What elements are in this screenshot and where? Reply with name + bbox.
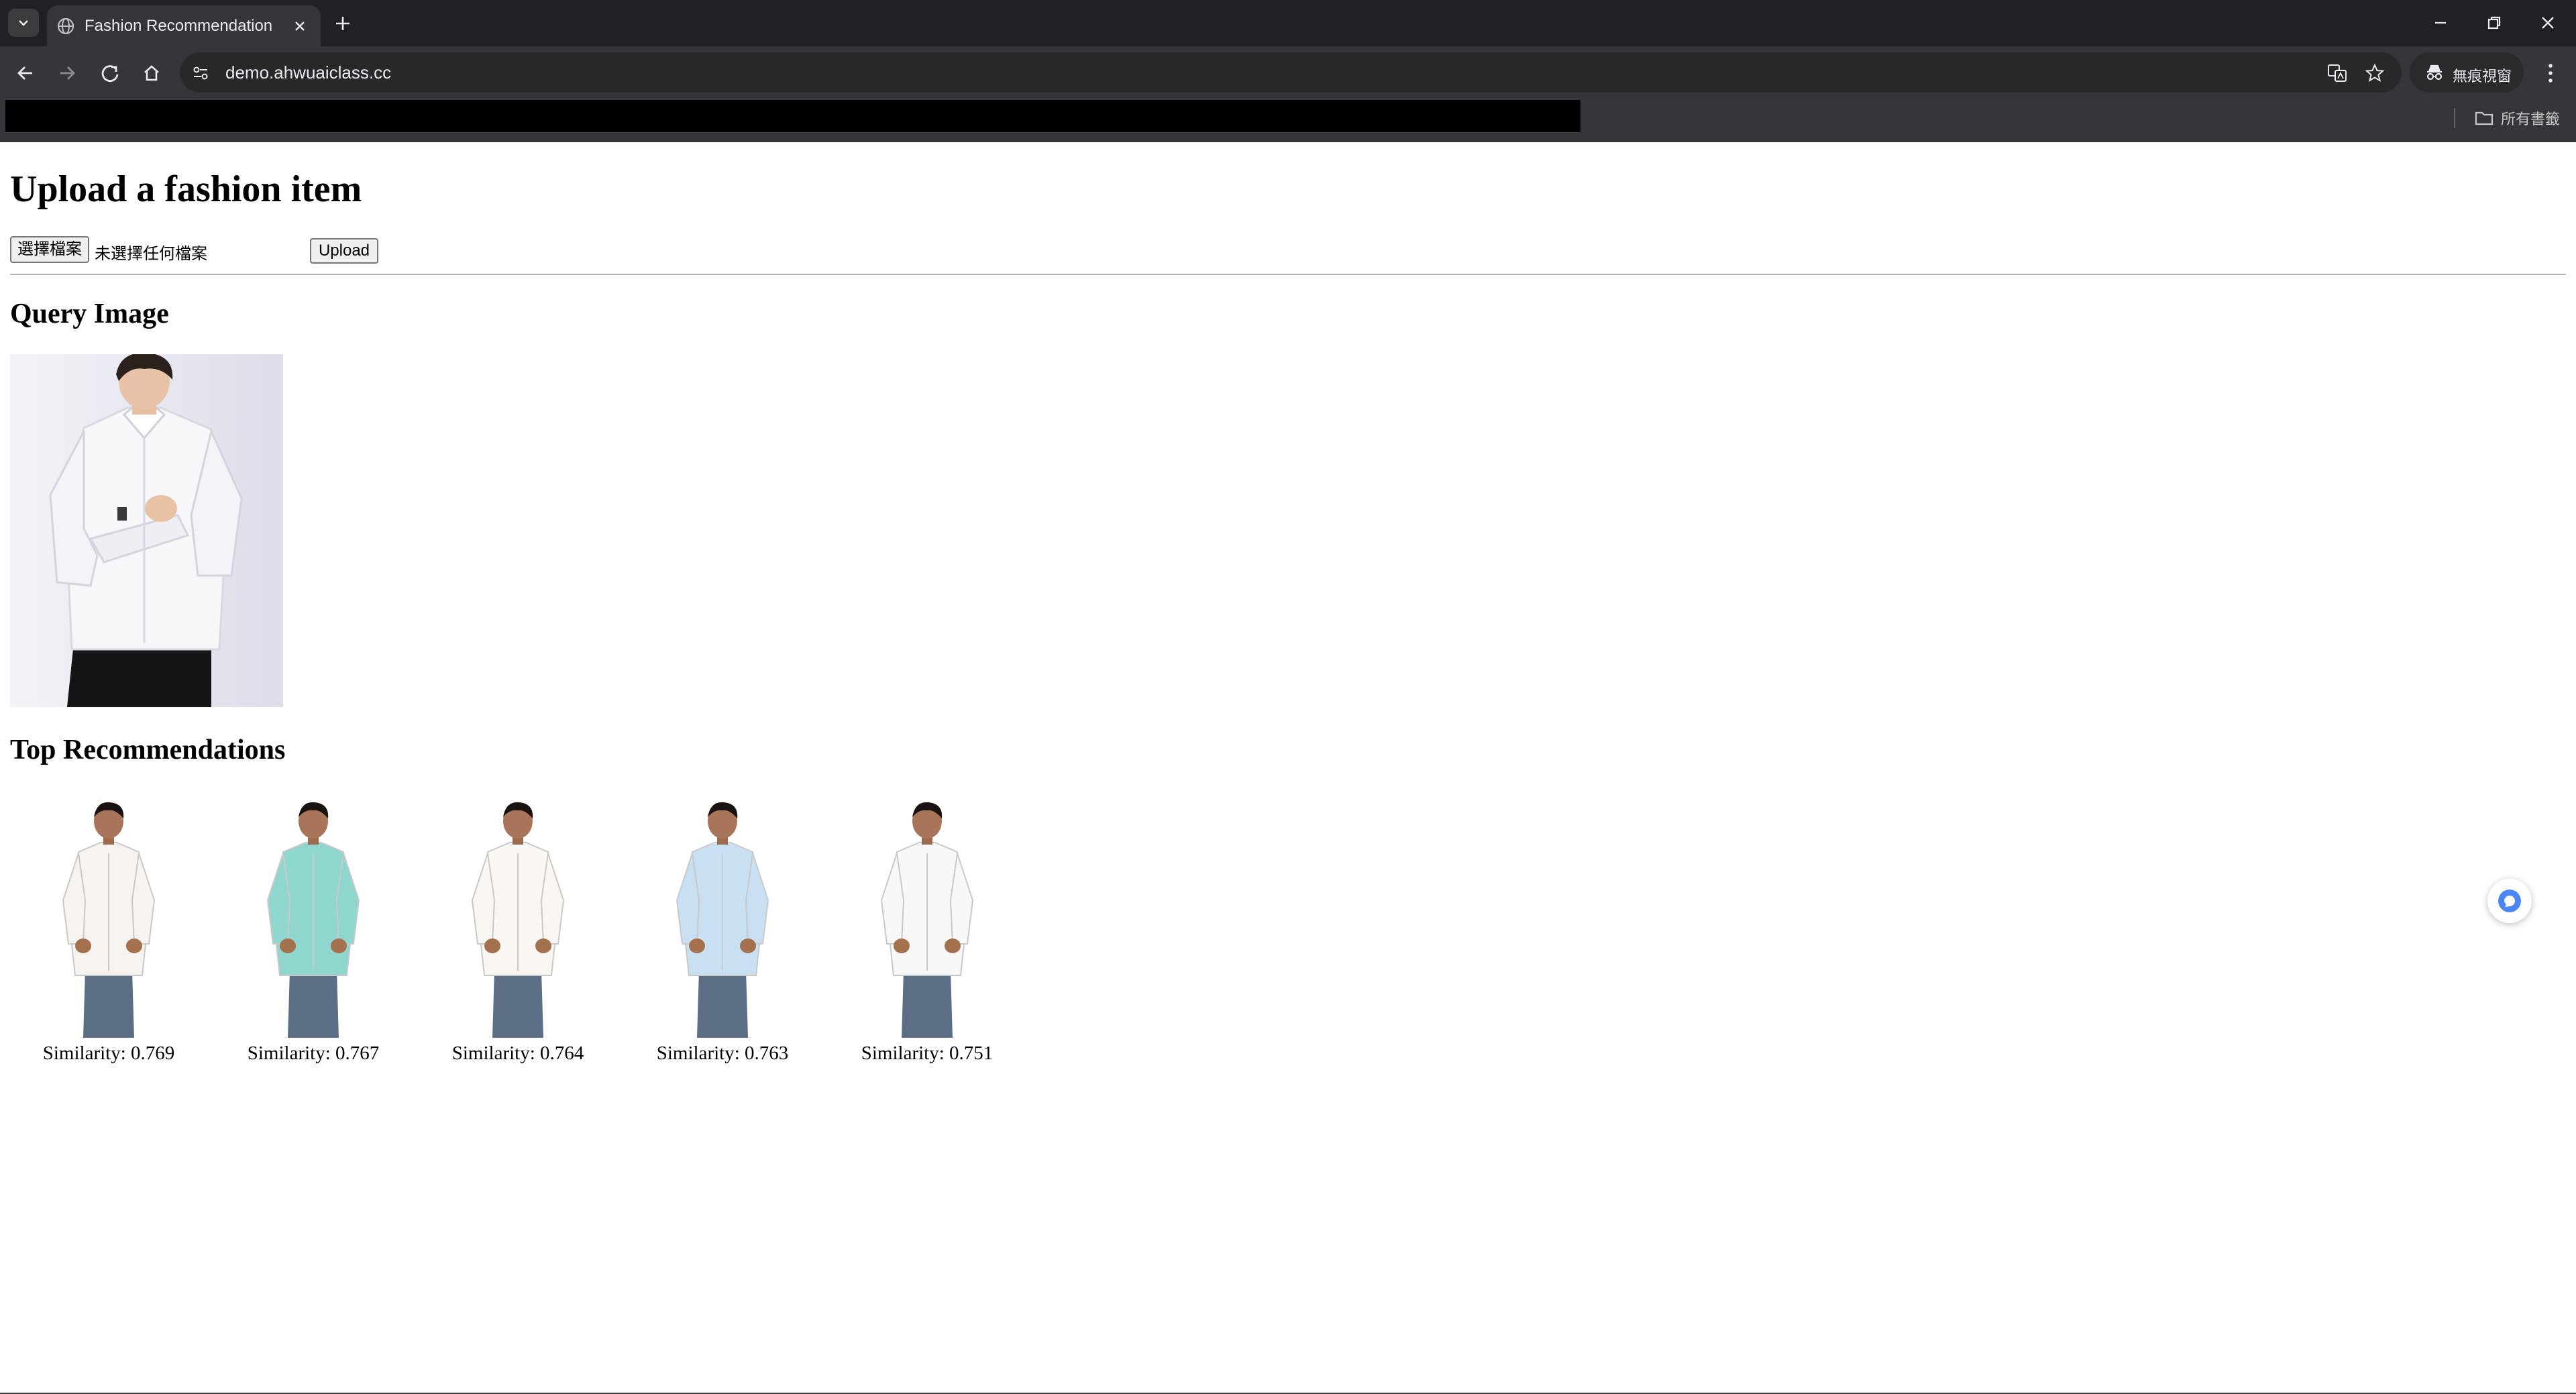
- restore-icon[interactable]: [2481, 9, 2508, 36]
- site-settings-icon[interactable]: [191, 63, 211, 83]
- incognito-indicator[interactable]: 無痕視窗: [2410, 52, 2524, 93]
- browser-toolbar: demo.ahwuaiclass.cc 無痕視窗: [0, 46, 2576, 100]
- incognito-label: 無痕視窗: [2453, 68, 2512, 85]
- all-bookmarks-button[interactable]: 所有書籤: [2474, 107, 2560, 129]
- url-text: demo.ahwuaiclass.cc: [225, 62, 392, 83]
- reload-icon[interactable]: [95, 58, 125, 88]
- recommendation-image: [867, 800, 987, 1038]
- recommendation-card: Similarity: 0.769: [32, 800, 186, 1068]
- incognito-icon: [2426, 64, 2443, 81]
- page-content: Upload a fashion item 選擇檔案 未選擇任何檔案 Uploa…: [0, 142, 2576, 1394]
- folder-icon: [2475, 111, 2493, 125]
- bookmark-star-icon[interactable]: [2364, 62, 2385, 84]
- close-icon[interactable]: [291, 17, 309, 35]
- tab-title: Fashion Recommendation: [85, 17, 273, 35]
- back-arrow-icon[interactable]: [11, 58, 40, 88]
- browser-tab-bar: Fashion Recommendation: [0, 0, 2576, 46]
- upload-button[interactable]: Upload: [310, 238, 378, 264]
- chat-widget-button[interactable]: [2487, 879, 2532, 923]
- query-image: [10, 354, 283, 707]
- recommendation-card: Similarity: 0.767: [236, 800, 390, 1068]
- similarity-score: Similarity: 0.751: [861, 1042, 994, 1064]
- address-bar[interactable]: demo.ahwuaiclass.cc: [180, 52, 2402, 93]
- window-close-icon[interactable]: [2534, 9, 2561, 36]
- recommendation-image: [253, 800, 374, 1038]
- globe-icon: [57, 17, 74, 35]
- recommendation-card: Similarity: 0.751: [850, 800, 1004, 1068]
- recommendation-image: [48, 800, 169, 1038]
- bookmarks-bar: 所有書籤: [0, 100, 2576, 142]
- redacted-bookmarks: [5, 100, 1580, 132]
- query-image-heading: Query Image: [10, 299, 169, 329]
- more-menu-icon[interactable]: [2537, 58, 2564, 88]
- similarity-score: Similarity: 0.764: [451, 1042, 584, 1064]
- chat-icon: [2498, 890, 2521, 912]
- recommendation-image: [458, 800, 578, 1038]
- divider: [10, 274, 2566, 275]
- similarity-score: Similarity: 0.767: [247, 1042, 380, 1064]
- bookmarks-separator: [2454, 108, 2455, 128]
- recommendation-card: Similarity: 0.764: [441, 800, 595, 1068]
- browser-tab-active[interactable]: Fashion Recommendation: [47, 5, 321, 46]
- forward-arrow-icon[interactable]: [52, 58, 82, 88]
- similarity-score: Similarity: 0.769: [42, 1042, 175, 1064]
- new-tab-plus-icon[interactable]: [331, 12, 354, 35]
- chevron-down-icon: [19, 20, 28, 26]
- top-recommendations-heading: Top Recommendations: [10, 735, 286, 765]
- recommendation-image: [662, 800, 783, 1038]
- page-title: Upload a fashion item: [10, 168, 362, 210]
- all-bookmarks-label: 所有書籤: [2501, 111, 2561, 127]
- minimize-icon[interactable]: [2427, 9, 2454, 36]
- recommendation-card: Similarity: 0.763: [645, 800, 800, 1068]
- home-icon[interactable]: [137, 58, 166, 88]
- choose-file-button[interactable]: 選擇檔案: [10, 236, 89, 263]
- translate-icon[interactable]: [2326, 62, 2348, 84]
- similarity-score: Similarity: 0.763: [656, 1042, 789, 1064]
- file-status-text: 未選擇任何檔案: [95, 245, 207, 263]
- tab-search-button[interactable]: [8, 9, 39, 37]
